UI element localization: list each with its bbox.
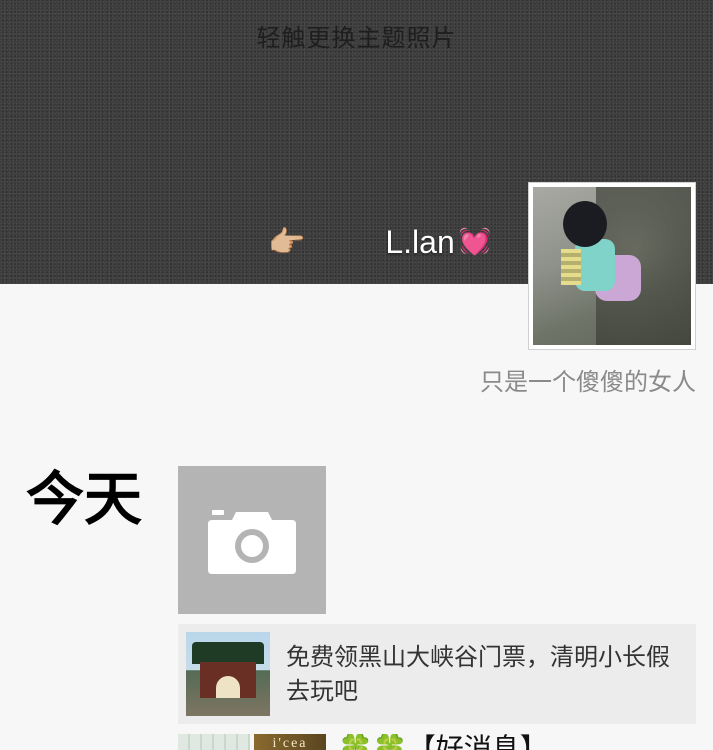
post-text: 🍀🍀【好消息】 (338, 734, 548, 750)
camera-icon (208, 510, 296, 574)
today-label: 今天 (26, 465, 143, 533)
post-thumbnail-text[interactable]: i'cea (254, 734, 326, 750)
post-photo-button[interactable] (178, 466, 326, 614)
pointing-hand-icon: 👉🏼 (268, 224, 306, 260)
shared-article-card[interactable]: 免费领黑山大峡谷门票，清明小长假去玩吧 (178, 624, 696, 724)
avatar-photo (533, 187, 691, 345)
avatar[interactable] (528, 182, 696, 350)
change-cover-hint[interactable]: 轻触更换主题照片 (0, 18, 713, 53)
nickname: L.lan (385, 223, 455, 260)
post-thumbnail[interactable] (178, 734, 250, 750)
article-title: 免费领黑山大峡谷门票，清明小长假去玩吧 (286, 643, 670, 705)
signature: 只是一个傻傻的女人 (480, 368, 696, 396)
heart-icon: 💓 (458, 227, 492, 257)
name-row: 👉🏼 L.lan 💓 (268, 222, 491, 262)
next-post[interactable]: i'cea 🍀🍀【好消息】 (178, 734, 713, 750)
article-thumbnail (186, 632, 270, 716)
